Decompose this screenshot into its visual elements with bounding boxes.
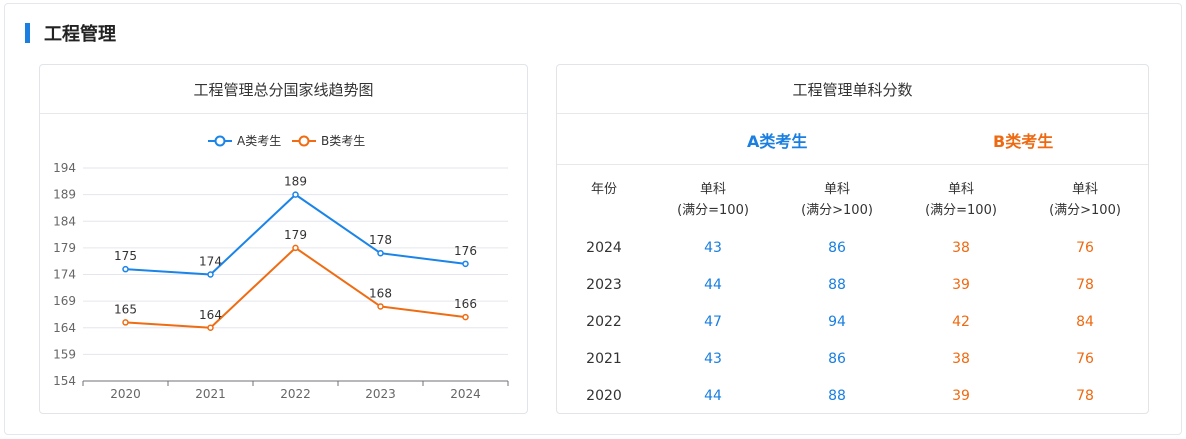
y-tick-label: 159 (53, 347, 76, 361)
data-label: 178 (369, 233, 392, 247)
cell-year: 2022 (586, 314, 622, 330)
cell-b2: 78 (1076, 388, 1094, 404)
table-row: 2021 43 86 38 76 (557, 341, 1148, 378)
y-tick-label: 194 (53, 161, 76, 175)
data-label: 176 (454, 244, 477, 258)
cell-a2: 86 (828, 351, 846, 367)
header-a-col1: 单科 (满分=100) (677, 182, 749, 218)
x-tick-label: 2022 (280, 387, 311, 401)
section-title-text: 工程管理 (44, 24, 116, 45)
data-label: 179 (284, 228, 307, 242)
data-point (207, 324, 214, 331)
data-point (122, 319, 129, 326)
table-card-title: 工程管理单科分数 (557, 65, 1148, 114)
table-row: 2023 44 88 39 78 (557, 267, 1148, 304)
y-tick-label: 169 (53, 294, 76, 308)
x-tick-label: 2023 (365, 387, 396, 401)
group-a-label: A类考生 (747, 132, 808, 151)
data-label: 166 (454, 297, 477, 311)
data-label: 189 (284, 175, 307, 189)
cell-a2: 94 (828, 314, 846, 330)
cell-b2: 84 (1076, 314, 1094, 330)
cell-a1: 44 (704, 277, 722, 293)
cell-b1: 42 (952, 314, 970, 330)
group-b-label: B类考生 (993, 132, 1054, 151)
cell-a1: 43 (704, 240, 722, 256)
table-row: 2024 43 86 38 76 (557, 230, 1148, 267)
table-row: 2020 44 88 39 78 (557, 378, 1148, 415)
legend-marker (298, 135, 310, 147)
data-label: 168 (369, 286, 392, 300)
y-tick-label: 154 (53, 374, 76, 388)
cell-a1: 44 (704, 388, 722, 404)
y-tick-label: 189 (53, 188, 76, 202)
y-tick-label: 174 (53, 268, 76, 282)
title-accent-bar (25, 23, 30, 43)
cell-b2: 78 (1076, 277, 1094, 293)
x-tick-label: 2024 (450, 387, 481, 401)
y-tick-label: 164 (53, 321, 76, 335)
cell-a2: 88 (828, 388, 846, 404)
cell-b2: 76 (1076, 351, 1094, 367)
data-point (122, 265, 129, 273)
cell-a2: 86 (828, 240, 846, 256)
chart-card-title: 工程管理总分国家线趋势图 (40, 65, 527, 114)
cell-year: 2020 (586, 388, 622, 404)
series-line-b (125, 246, 466, 329)
header-b-col2: 单科 (满分>100) (1049, 182, 1121, 218)
table-row: 2022 47 94 42 84 (557, 304, 1148, 341)
cell-b1: 38 (952, 351, 970, 367)
data-point (292, 191, 299, 198)
table-header: 年份 单科 (满分=100) 单科 (满分>100) 单科 (满分=100) 单科 (满… (557, 179, 1148, 223)
cell-year: 2024 (586, 240, 622, 256)
data-point (462, 260, 469, 268)
header-a-col2: 单科 (满分>100) (801, 182, 873, 218)
data-label: 175 (114, 249, 137, 263)
data-label: 164 (199, 308, 222, 322)
legend-marker (214, 135, 226, 147)
cell-a1: 43 (704, 351, 722, 367)
cell-a2: 88 (828, 277, 846, 293)
legend-label: B类考生 (321, 134, 365, 148)
page-panel: 工程管理 工程管理总分国家线趋势图 154 159 164 169 174 179 184 1… (4, 3, 1182, 435)
cell-b2: 76 (1076, 240, 1094, 256)
legend-label: A类考生 (237, 134, 281, 148)
data-point (462, 313, 469, 321)
data-label: 174 (199, 255, 222, 269)
y-tick-label: 179 (53, 241, 76, 255)
y-tick-label: 184 (53, 214, 76, 228)
header-year: 年份 (590, 182, 617, 197)
data-point (292, 244, 299, 252)
header-b-col1: 单科 (满分=100) (925, 182, 997, 218)
trend-chart-card: 工程管理总分国家线趋势图 154 159 164 169 174 179 184 189 194… (39, 64, 528, 414)
data-point (207, 271, 214, 278)
cell-year: 2023 (586, 277, 622, 293)
x-tick-label: 2020 (110, 387, 141, 401)
section-title: 工程管理 (25, 22, 116, 45)
group-header-row: A类考生 B类考生 (557, 114, 1148, 165)
data-point (377, 303, 384, 310)
cell-b1: 38 (952, 240, 970, 256)
data-label: 165 (114, 302, 137, 316)
table-body: 2024 43 86 38 76 2023 44 88 39 78 2022 4… (557, 230, 1148, 415)
cell-b1: 39 (952, 388, 970, 404)
cell-a1: 47 (704, 314, 722, 330)
single-subject-card: 工程管理单科分数 A类考生 B类考生 年份 单科 (满分=100) 单科 (满分>1… (556, 64, 1149, 414)
x-tick-label: 2021 (195, 387, 226, 401)
trend-line-chart: 154 159 164 169 174 179 184 189 194 2020 2021 2022 2… (53, 134, 509, 401)
cell-b1: 39 (952, 277, 970, 293)
data-point (377, 249, 384, 257)
cell-year: 2021 (586, 351, 622, 367)
